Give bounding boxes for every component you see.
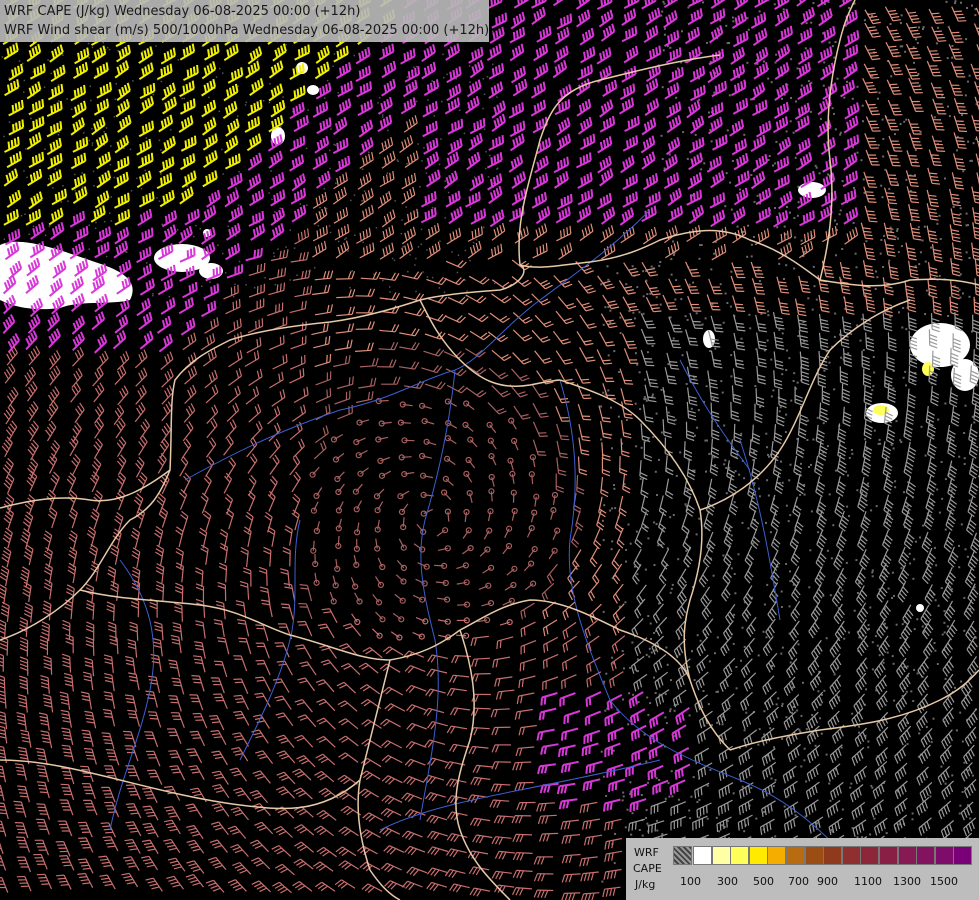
legend-unit: J/kg [635,878,656,891]
legend-swatch [786,846,805,865]
legend-tick-label: 500 [753,875,774,888]
legend-tick-label: 100 [680,875,701,888]
legend-field: CAPE [633,862,662,875]
legend-tick-label: 1100 [854,875,882,888]
map-title-box: WRF CAPE (J/kg) Wednesday 06-08-2025 00:… [0,0,489,42]
legend-swatch [730,846,750,865]
legend-swatch [804,846,824,865]
legend-swatch [934,846,954,865]
legend-swatch [916,846,936,865]
legend-swatch [841,846,861,865]
legend-swatch [711,846,731,865]
legend-tick-label: 300 [717,875,738,888]
legend-swatch [953,846,973,865]
legend-tick-label: 900 [817,875,838,888]
legend-swatch [823,846,843,865]
legend-swatch [673,846,692,865]
legend-tick-label: 700 [788,875,809,888]
title-wind-shear: WRF Wind shear (m/s) 500/1000hPa Wednesd… [4,23,490,38]
legend-swatch [897,846,917,865]
legend-swatch [767,846,787,865]
legend-swatch [693,846,712,865]
legend-swatch [860,846,880,865]
legend-tick-label: 1500 [930,875,958,888]
legend-tick-label: 1300 [893,875,921,888]
legend-model: WRF [634,846,659,859]
legend-swatch [879,846,898,865]
cape-legend: WRF CAPE J/kg 100 300 500 700 900 1100 1300 150… [626,838,979,900]
title-cape: WRF CAPE (J/kg) Wednesday 06-08-2025 00:… [4,4,361,19]
weather-map [0,0,979,900]
legend-swatch [748,846,768,865]
